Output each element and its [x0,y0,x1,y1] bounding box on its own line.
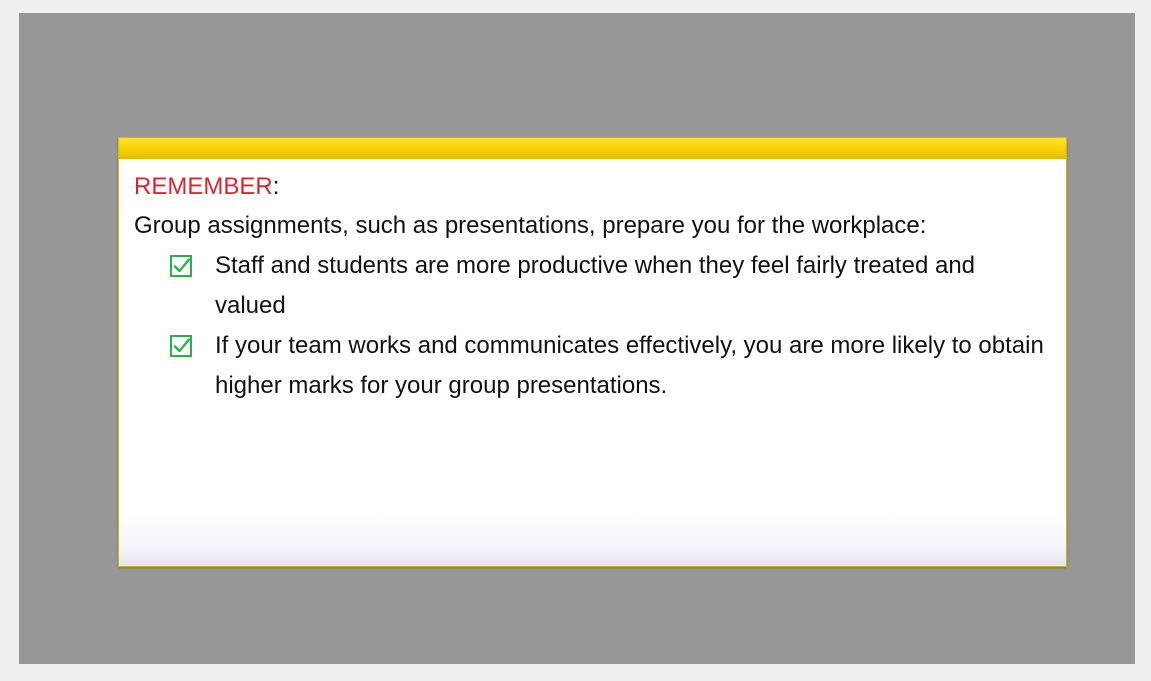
callout-intro-text: Group assignments, such as presentations… [134,212,927,239]
checklist-item: Staff and students are more productive w… [170,246,1046,326]
callout-body: REMEMBER: Group assignments, such as pre… [134,170,1046,406]
checkbox-checked-icon [170,255,192,277]
checklist-item-text: If your team works and communicates effe… [215,332,1044,399]
remember-label: REMEMBER [134,173,273,200]
checklist-item: If your team works and communicates effe… [170,326,1046,406]
slide-stage: REMEMBER: Group assignments, such as pre… [19,13,1135,664]
checkbox-checked-icon [170,335,192,357]
callout-heading: REMEMBER: [134,170,1046,204]
callout-header-bar [119,138,1066,159]
remember-callout-card: REMEMBER: Group assignments, such as pre… [118,137,1067,567]
checklist-item-text: Staff and students are more productive w… [215,252,976,319]
callout-checklist: Staff and students are more productive w… [134,246,1046,406]
remember-colon: : [272,173,280,200]
